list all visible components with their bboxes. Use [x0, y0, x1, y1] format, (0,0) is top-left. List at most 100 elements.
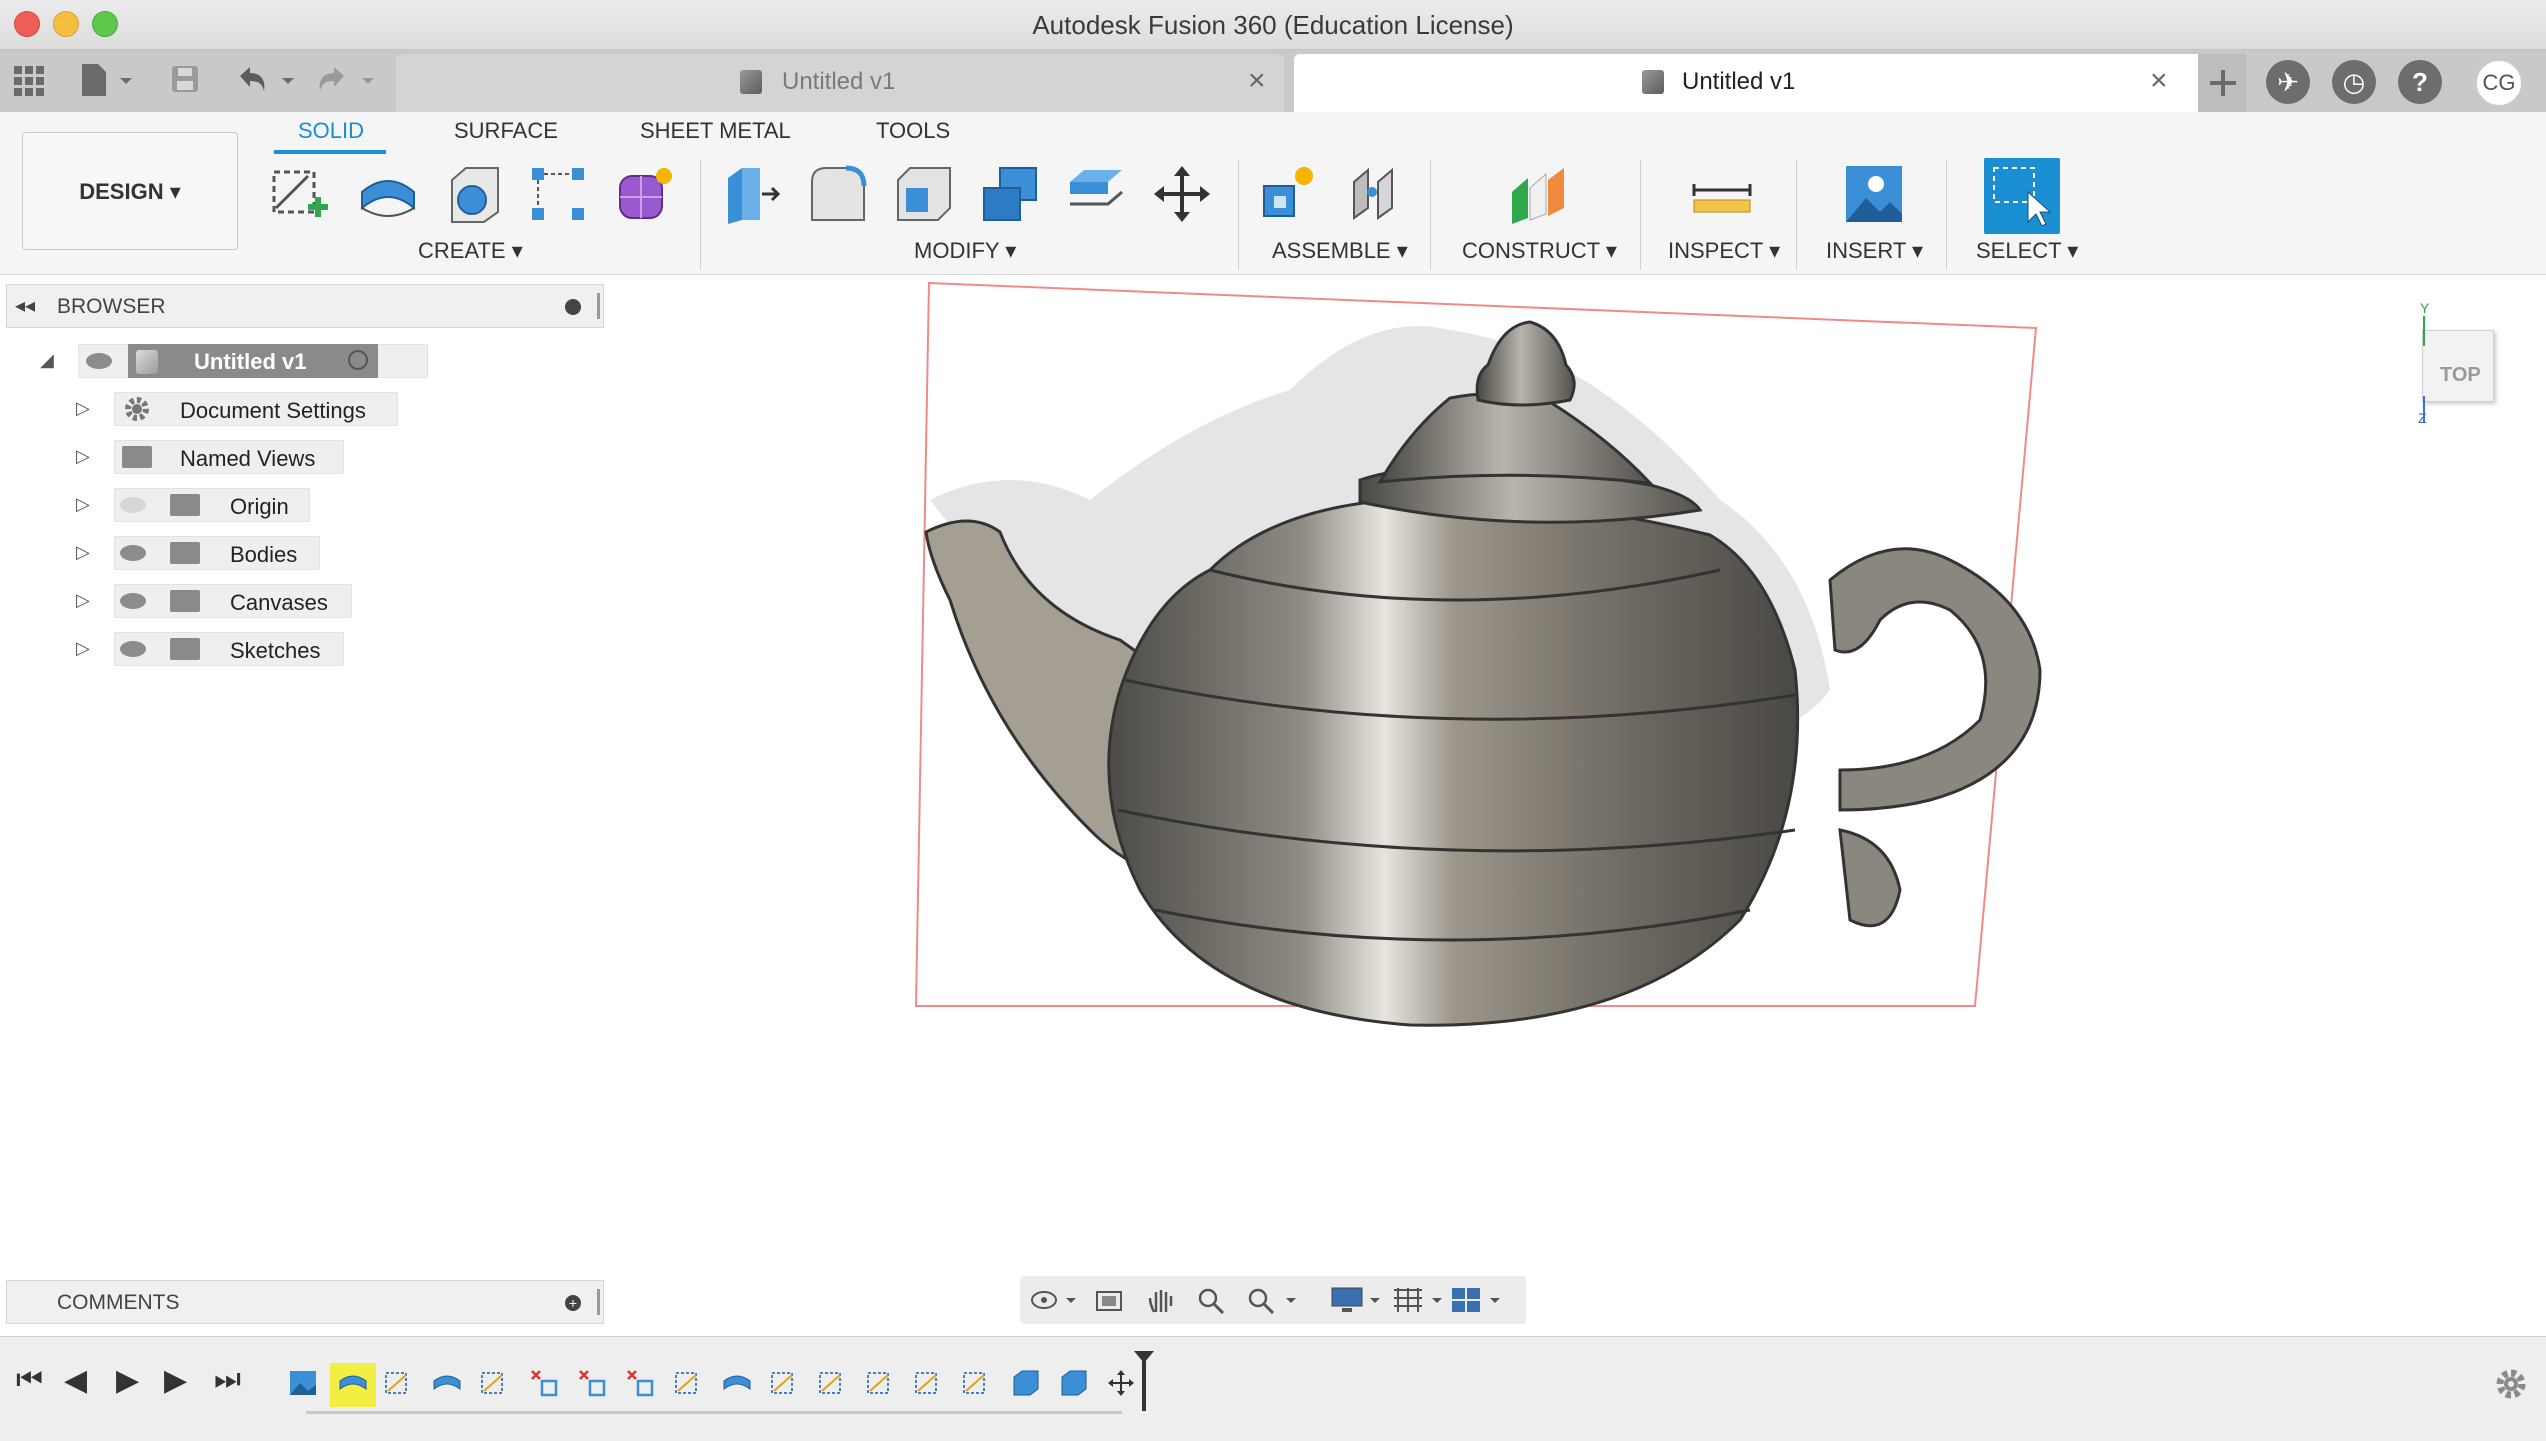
expand-icon[interactable]: ▷ — [76, 542, 90, 563]
step-forward-icon[interactable]: ▶ — [164, 1363, 187, 1398]
insert-canvas-icon[interactable] — [1842, 162, 1906, 226]
extensions-icon[interactable]: ✈ — [2266, 60, 2310, 104]
pan-hand-icon[interactable] — [1146, 1286, 1176, 1314]
expand-icon[interactable]: ▷ — [76, 590, 90, 611]
close-tab-icon[interactable]: × — [2150, 64, 2168, 98]
tree-item-sketches[interactable]: ▷ Sketches — [70, 632, 410, 666]
canvas-feature-icon[interactable] — [288, 1369, 318, 1397]
extrude-feature-icon[interactable] — [432, 1369, 462, 1397]
expand-icon[interactable]: ▷ — [76, 494, 90, 515]
sketch-feature-icon[interactable] — [384, 1369, 414, 1397]
delete-face-feature-icon[interactable] — [530, 1369, 560, 1397]
new-component-icon[interactable] — [1256, 162, 1320, 226]
display-settings-icon[interactable] — [1330, 1286, 1382, 1314]
help-icon[interactable]: ? — [2398, 60, 2442, 104]
zoom-icon[interactable] — [1196, 1286, 1226, 1314]
viewports-icon[interactable] — [1450, 1286, 1502, 1314]
sketch-feature-icon[interactable] — [866, 1369, 896, 1397]
canvas-viewport[interactable] — [890, 270, 2070, 1070]
delete-face-feature-icon[interactable] — [626, 1369, 656, 1397]
panel-resize-handle[interactable] — [597, 293, 600, 319]
timeline-marker[interactable] — [1142, 1357, 1146, 1411]
sketch-feature-icon[interactable] — [770, 1369, 800, 1397]
assemble-group-label[interactable]: ASSEMBLE ▾ — [1272, 238, 1408, 264]
expand-icon[interactable]: ▷ — [76, 398, 90, 419]
tab-surface[interactable]: SURFACE — [454, 118, 558, 144]
collapse-browser-icon[interactable]: ◂◂ — [15, 293, 35, 318]
data-panel-grid-icon[interactable] — [14, 66, 44, 96]
tab-solid[interactable]: SOLID — [298, 118, 364, 144]
tree-item-origin[interactable]: ▷ Origin — [70, 488, 410, 522]
go-to-start-icon[interactable]: ⏮ — [16, 1363, 43, 1397]
go-to-end-icon[interactable]: ⏭ — [214, 1363, 241, 1397]
timeline-marker-head[interactable] — [1134, 1351, 1154, 1363]
expand-collapse-icon[interactable]: ◢ — [40, 350, 54, 371]
close-tab-icon[interactable]: × — [1248, 64, 1266, 98]
panel-resize-handle[interactable] — [597, 1289, 600, 1315]
timeline-settings-gear-icon[interactable] — [2494, 1367, 2528, 1401]
press-pull-icon[interactable] — [720, 162, 784, 226]
view-cube[interactable]: TOP Y Z — [2412, 300, 2542, 430]
visibility-eye-icon[interactable] — [120, 545, 146, 561]
step-back-icon[interactable]: ◀ — [64, 1363, 87, 1398]
construct-group-label[interactable]: CONSTRUCT ▾ — [1462, 238, 1617, 264]
redo-icon[interactable] — [316, 64, 380, 96]
document-tab-active[interactable]: Untitled v1 × — [1294, 54, 2238, 112]
move-feature-icon[interactable] — [1106, 1369, 1136, 1397]
tree-item-named-views[interactable]: ▷ Named Views — [70, 440, 410, 474]
modify-group-label[interactable]: MODIFY ▾ — [914, 238, 1016, 264]
shell-icon[interactable] — [892, 162, 956, 226]
offset-face-icon[interactable] — [1064, 162, 1128, 226]
browser-options-icon[interactable] — [565, 299, 581, 315]
browser-root-row[interactable]: ◢ Untitled v1 — [36, 344, 428, 378]
play-icon[interactable]: ▶ — [116, 1363, 139, 1398]
file-menu-icon[interactable] — [80, 62, 136, 98]
select-button[interactable] — [1984, 158, 2060, 234]
undo-icon[interactable] — [236, 64, 300, 96]
hidden-eye-icon[interactable] — [120, 497, 146, 513]
move-copy-icon[interactable] — [1150, 162, 1214, 226]
save-icon[interactable] — [170, 64, 200, 94]
joint-icon[interactable] — [1344, 162, 1408, 226]
create-group-label[interactable]: CREATE ▾ — [418, 238, 523, 264]
insert-group-label[interactable]: INSERT ▾ — [1826, 238, 1923, 264]
sketch-feature-icon[interactable] — [914, 1369, 944, 1397]
activate-radio-icon[interactable] — [348, 350, 368, 370]
visibility-eye-icon[interactable] — [120, 641, 146, 657]
measure-icon[interactable] — [1690, 162, 1754, 226]
new-tab-button[interactable] — [2198, 54, 2246, 112]
select-group-label[interactable]: SELECT ▾ — [1976, 238, 2078, 264]
combine-icon[interactable] — [978, 162, 1042, 226]
extrude-icon[interactable] — [356, 162, 420, 226]
delete-face-feature-icon[interactable] — [578, 1369, 608, 1397]
fit-zoom-dropdown-icon[interactable] — [1246, 1286, 1298, 1314]
create-sketch-icon[interactable] — [268, 162, 332, 226]
orbit-icon[interactable] — [1030, 1286, 1078, 1314]
tree-item-canvases[interactable]: ▷ Canvases — [70, 584, 410, 618]
workspace-switcher-button[interactable]: DESIGN ▾ — [22, 132, 238, 250]
tree-item-document-settings[interactable]: ▷ Document Settings — [70, 392, 410, 426]
add-comment-icon[interactable]: + — [565, 1295, 581, 1311]
look-at-icon[interactable] — [1094, 1286, 1124, 1314]
document-tab-inactive[interactable]: Untitled v1 × — [396, 54, 1284, 112]
job-status-clock-icon[interactable]: ◷ — [2332, 60, 2376, 104]
grid-settings-icon[interactable] — [1392, 1286, 1444, 1314]
visibility-eye-icon[interactable] — [120, 593, 146, 609]
user-avatar[interactable]: CG — [2476, 60, 2522, 106]
body-feature-icon[interactable] — [1058, 1369, 1088, 1397]
fillet-icon[interactable] — [806, 162, 870, 226]
sketch-feature-icon[interactable] — [480, 1369, 510, 1397]
sketch-feature-icon[interactable] — [674, 1369, 704, 1397]
tab-tools[interactable]: TOOLS — [876, 118, 950, 144]
tree-item-bodies[interactable]: ▷ Bodies — [70, 536, 410, 570]
create-form-icon[interactable] — [614, 162, 678, 226]
pattern-icon[interactable] — [526, 162, 590, 226]
revolve-icon[interactable] — [442, 162, 506, 226]
expand-icon[interactable]: ▷ — [76, 638, 90, 659]
expand-icon[interactable]: ▷ — [76, 446, 90, 467]
extrude-feature-icon[interactable] — [338, 1369, 368, 1397]
visibility-eye-icon[interactable] — [86, 353, 112, 369]
sketch-feature-icon[interactable] — [818, 1369, 848, 1397]
inspect-group-label[interactable]: INSPECT ▾ — [1668, 238, 1780, 264]
body-feature-icon[interactable] — [1010, 1369, 1040, 1397]
